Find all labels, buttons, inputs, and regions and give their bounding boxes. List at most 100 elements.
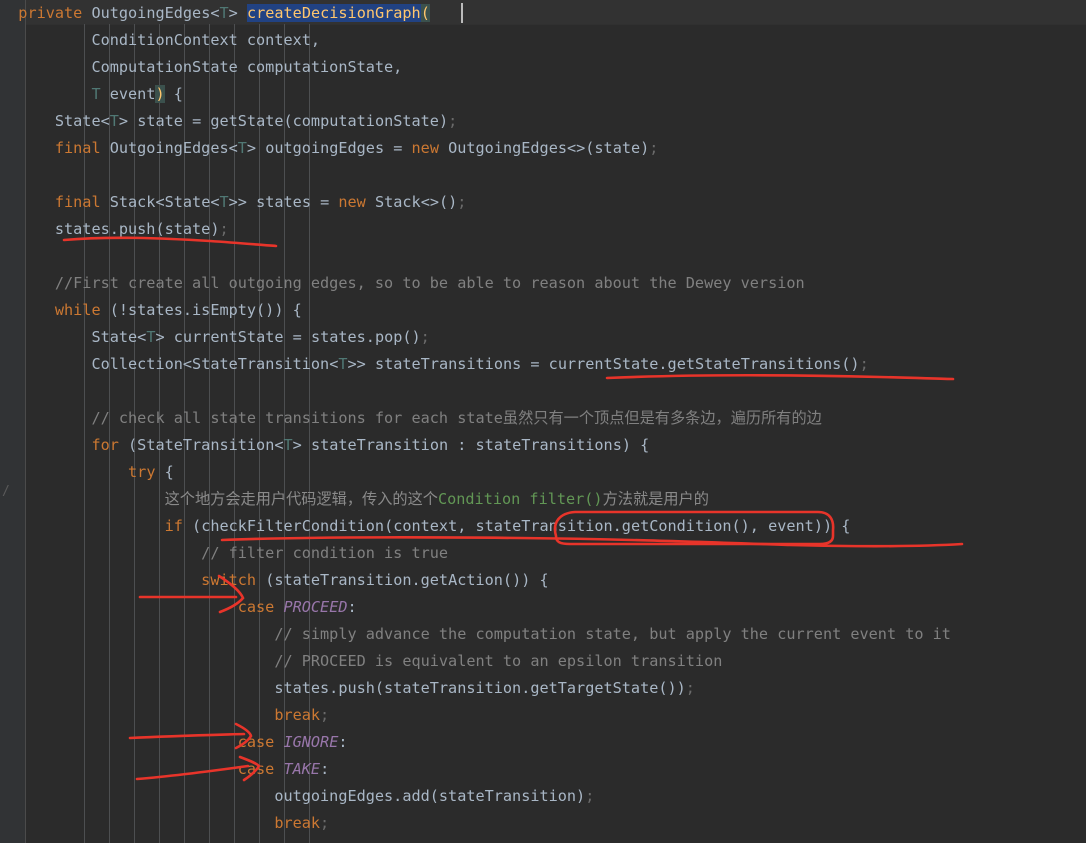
code-token: try: [128, 463, 156, 481]
code-token: case: [237, 760, 275, 778]
code-token: (!states.isEmpty()) {: [100, 301, 302, 319]
code-token: // check all state transitions for each …: [18, 409, 822, 427]
line-left-pad: [0, 31, 18, 49]
code-line[interactable]: outgoingEdges.add(stateTransition);: [0, 783, 1086, 810]
code-token: <: [137, 328, 147, 346]
code-token: <: [100, 112, 110, 130]
code-token: // PROCEED is equivalent to an epsilon t…: [18, 652, 723, 670]
line-left-pad: [0, 382, 18, 400]
code-token: (: [420, 4, 430, 22]
code-token: T: [91, 85, 101, 103]
code-line[interactable]: break;: [0, 702, 1086, 729]
code-line[interactable]: // filter condition is true: [0, 540, 1086, 567]
line-left-pad: [0, 409, 18, 427]
code-line[interactable]: [0, 243, 1086, 270]
code-token: final: [54, 193, 101, 211]
code-token: >: [246, 139, 257, 157]
code-token: ComputationState computationState,: [18, 58, 403, 76]
code-token: currentState = states.pop(): [164, 328, 421, 346]
code-token: Collection: [18, 355, 183, 373]
code-token: Stack: [100, 193, 156, 211]
code-token: >: [155, 328, 165, 346]
code-token: states =: [246, 193, 339, 211]
code-token: T: [338, 355, 348, 373]
code-line[interactable]: State<T> currentState = states.pop();: [0, 324, 1086, 351]
code-line[interactable]: ConditionContext context,: [0, 27, 1086, 54]
code-token: states.push(stateTransition.getTargetSta…: [18, 679, 686, 697]
code-token: >: [118, 112, 129, 130]
line-left-pad: [0, 652, 18, 670]
code-line[interactable]: final OutgoingEdges<T> outgoingEdges = n…: [0, 135, 1086, 162]
code-token: StateTransition<: [192, 355, 339, 373]
code-editor[interactable]: / private OutgoingEdges<T> createDecisio…: [0, 0, 1086, 843]
code-line[interactable]: for (StateTransition<T> stateTransition …: [0, 432, 1086, 459]
code-line[interactable]: private OutgoingEdges<T> createDecisionG…: [0, 0, 1086, 27]
code-line[interactable]: case TAKE:: [0, 756, 1086, 783]
code-line[interactable]: //First create all outgoing edges, so to…: [0, 270, 1086, 297]
code-token: OutgoingEdges: [100, 139, 229, 157]
code-token: >>: [228, 193, 247, 211]
code-line[interactable]: switch (stateTransition.getAction()) {: [0, 567, 1086, 594]
code-token: ;: [685, 679, 695, 697]
text-caret: [461, 3, 463, 23]
code-token: State: [18, 328, 138, 346]
code-token: >>: [347, 355, 366, 373]
code-line[interactable]: 这个地方会走用户代码逻辑，传入的这个Condition filter()方法就是…: [0, 486, 1086, 513]
code-token: 方法就是用户的: [602, 490, 709, 508]
code-line[interactable]: states.push(state);: [0, 216, 1086, 243]
code-token: states.push(state): [18, 220, 220, 238]
line-left-pad: [0, 544, 18, 562]
line-left-pad: [0, 679, 18, 697]
code-token: state = getState(computationState): [128, 112, 449, 130]
code-line[interactable]: case PROCEED:: [0, 594, 1086, 621]
code-line[interactable]: try {: [0, 459, 1086, 486]
line-left-pad: [0, 247, 18, 265]
code-line[interactable]: states.push(stateTransition.getTargetSta…: [0, 675, 1086, 702]
code-line[interactable]: final Stack<State<T>> states = new Stack…: [0, 189, 1086, 216]
code-line[interactable]: T event) {: [0, 81, 1086, 108]
code-line[interactable]: break;: [0, 810, 1086, 837]
line-left-pad: [0, 355, 18, 373]
code-token: new: [411, 139, 439, 157]
code-content[interactable]: private OutgoingEdges<T> createDecisionG…: [0, 0, 1086, 843]
code-line[interactable]: // simply advance the computation state,…: [0, 621, 1086, 648]
code-token: T: [219, 193, 229, 211]
code-line[interactable]: case IGNORE:: [0, 729, 1086, 756]
line-left-pad: [0, 760, 18, 778]
code-line[interactable]: // check all state transitions for each …: [0, 405, 1086, 432]
line-left-pad: [0, 436, 18, 454]
code-token: State: [18, 112, 101, 130]
line-left-pad: [0, 598, 18, 616]
code-token: stateTransitions = currentState.getState…: [365, 355, 860, 373]
code-token: :: [338, 733, 348, 751]
code-line[interactable]: ComputationState computationState,: [0, 54, 1086, 81]
code-token: ;: [448, 112, 458, 130]
code-token: createDecisionGraph: [246, 4, 421, 22]
code-token: <: [228, 139, 238, 157]
line-left-pad: [0, 274, 18, 292]
code-line[interactable]: if (checkFilterCondition(context, stateT…: [0, 513, 1086, 540]
code-line[interactable]: while (!states.isEmpty()) {: [0, 297, 1086, 324]
code-token: >: [292, 436, 302, 454]
code-token: //First create all outgoing edges, so to…: [18, 274, 805, 292]
code-token: <: [155, 193, 165, 211]
code-line[interactable]: // PROCEED is equivalent to an epsilon t…: [0, 648, 1086, 675]
line-left-pad: [0, 4, 18, 22]
code-token: // simply advance the computation state,…: [18, 625, 951, 643]
code-token: State<: [164, 193, 220, 211]
code-line[interactable]: [0, 378, 1086, 405]
code-token: break: [274, 706, 321, 724]
code-line[interactable]: [0, 162, 1086, 189]
code-token: (stateTransition.getAction()) {: [256, 571, 549, 589]
line-left-pad: [0, 814, 18, 832]
code-line[interactable]: Collection<StateTransition<T>> stateTran…: [0, 351, 1086, 378]
code-line[interactable]: State<T> state = getState(computationSta…: [0, 108, 1086, 135]
